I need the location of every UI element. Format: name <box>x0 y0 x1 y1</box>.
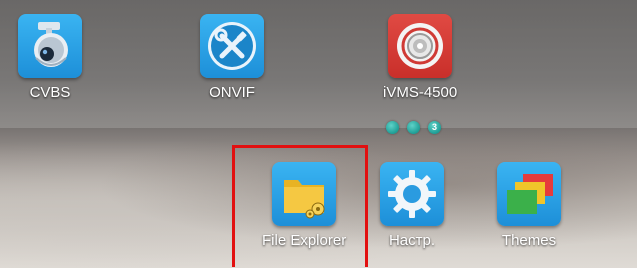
app-themes[interactable]: Themes <box>497 162 561 249</box>
app-label: Настр. <box>388 232 436 249</box>
app-label: Themes <box>501 232 557 249</box>
app-label: iVMS-4500 <box>383 84 458 101</box>
tools-icon <box>200 14 264 78</box>
dome-camera-icon <box>18 14 82 78</box>
app-ivms-4500[interactable]: iVMS-4500 <box>383 14 457 101</box>
app-onvif[interactable]: ONVIF <box>200 14 264 101</box>
highlight-box <box>232 145 368 267</box>
gear-icon <box>380 162 444 226</box>
page-dot[interactable] <box>386 121 399 134</box>
app-label: ONVIF <box>209 84 255 101</box>
app-settings[interactable]: Настр. <box>380 162 444 249</box>
themes-icon <box>497 162 561 226</box>
page-dot[interactable] <box>407 121 420 134</box>
home-screen: CVBS ONVIF iVMS-4500 3 File Explorer Нас… <box>0 0 637 268</box>
page-dot-current[interactable]: 3 <box>428 121 441 134</box>
app-cvbs[interactable]: CVBS <box>18 14 82 101</box>
page-indicator[interactable]: 3 <box>386 121 441 134</box>
camera-lens-icon <box>388 14 453 78</box>
app-label: CVBS <box>29 84 71 101</box>
